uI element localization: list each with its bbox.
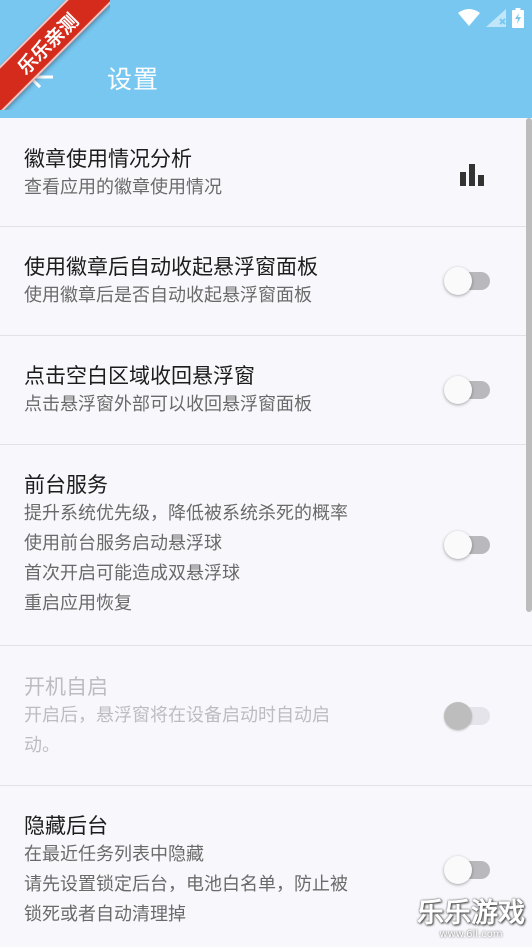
chart-button[interactable] xyxy=(458,162,486,188)
cell-signal-icon xyxy=(486,9,506,27)
status-bar xyxy=(0,0,532,36)
setting-tap-outside-collapse[interactable]: 点击空白区域收回悬浮窗 点击悬浮窗外部可以收回悬浮窗面板 xyxy=(0,336,532,445)
foreground-service-toggle[interactable] xyxy=(444,531,492,559)
setting-foreground-service[interactable]: 前台服务 提升系统优先级，降低被系统杀死的概率 使用前台服务启动悬浮球 首次开启… xyxy=(0,445,532,646)
toggle-thumb xyxy=(444,376,472,404)
setting-hide-from-recents[interactable]: 隐藏后台 在最近任务列表中隐藏 请先设置锁定后台，电池白名单，防止被 锁死或者自… xyxy=(0,786,532,947)
setting-subtitle-line: 首次开启可能造成双悬浮球 xyxy=(24,563,240,584)
setting-boot-autostart: 开机自启 开启后，悬浮窗将在设备启动时自动启 动。 xyxy=(0,646,532,786)
toggle-thumb xyxy=(444,702,472,730)
setting-title: 前台服务 xyxy=(24,473,108,497)
arrow-left-icon xyxy=(27,66,53,88)
page-title: 设置 xyxy=(107,65,160,94)
settings-list: 徽章使用情况分析 查看应用的徽章使用情况 使用徽章后自动收起悬浮窗面板 使用徽章… xyxy=(0,118,532,947)
toggle-thumb xyxy=(444,531,472,559)
scrollbar[interactable] xyxy=(526,118,532,612)
setting-subtitle-line: 动。 xyxy=(24,735,60,756)
setting-subtitle-line: 提升系统优先级，降低被系统杀死的概率 xyxy=(24,503,348,524)
boot-autostart-toggle xyxy=(444,702,492,730)
app-bar: 设置 xyxy=(0,36,532,118)
setting-title: 隐藏后台 xyxy=(24,814,108,838)
setting-auto-collapse-panel[interactable]: 使用徽章后自动收起悬浮窗面板 使用徽章后是否自动收起悬浮窗面板 xyxy=(0,227,532,336)
back-button[interactable] xyxy=(22,59,58,95)
tap-outside-toggle[interactable] xyxy=(444,376,492,404)
toggle-thumb xyxy=(444,267,472,295)
setting-title: 开机自启 xyxy=(24,675,108,699)
setting-subtitle-line: 锁死或者自动清理掉 xyxy=(24,904,186,925)
hide-recents-toggle[interactable] xyxy=(444,856,492,884)
battery-icon xyxy=(512,8,524,28)
bar-chart-icon xyxy=(460,164,484,186)
setting-subtitle: 查看应用的徽章使用情况 xyxy=(24,177,222,198)
auto-collapse-toggle[interactable] xyxy=(444,267,492,295)
setting-subtitle-line: 重启应用恢复 xyxy=(24,593,132,614)
setting-badge-usage-analysis[interactable]: 徽章使用情况分析 查看应用的徽章使用情况 xyxy=(0,118,532,227)
status-icons xyxy=(458,6,524,30)
wifi-icon xyxy=(458,9,480,26)
toggle-thumb xyxy=(444,856,472,884)
setting-title: 徽章使用情况分析 xyxy=(24,147,192,171)
